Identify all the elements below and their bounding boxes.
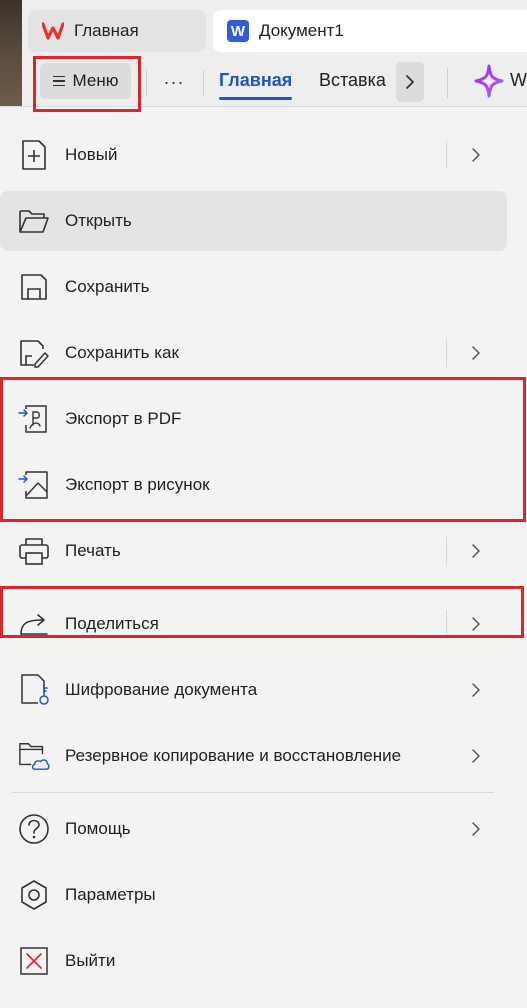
- backup-icon: [18, 740, 50, 772]
- menu-item-save-label: Сохранить: [65, 277, 150, 296]
- submenu-divider: [446, 610, 447, 638]
- export-pdf-icon: [18, 403, 50, 435]
- ribbon-tab-home[interactable]: Главная: [219, 70, 293, 100]
- chevron-right-icon[interactable]: [468, 821, 484, 837]
- chevron-right-icon[interactable]: [468, 147, 484, 163]
- menu-item-print-label: Печать: [65, 541, 121, 560]
- menu-item-save[interactable]: Сохранить: [0, 257, 507, 317]
- chevron-right-icon[interactable]: [468, 345, 484, 361]
- menu-item-encrypt[interactable]: Шифрование документа: [0, 660, 507, 720]
- menu-item-open[interactable]: Открыть: [0, 191, 507, 251]
- folder-open-icon: [18, 205, 50, 237]
- menu-item-save-as[interactable]: Сохранить как: [0, 323, 507, 383]
- menu-item-exit-label: Выйти: [65, 951, 116, 970]
- share-icon: [18, 608, 50, 640]
- menu-button[interactable]: Меню: [40, 63, 131, 99]
- menu-divider: [12, 792, 494, 793]
- menu-item-open-label: Открыть: [65, 211, 132, 230]
- ai-assistant-label[interactable]: W: [510, 70, 527, 91]
- menu-item-new[interactable]: Новый: [0, 125, 507, 185]
- ribbon-scroll-right-button[interactable]: [396, 62, 424, 102]
- hamburger-icon: [52, 73, 65, 90]
- more-options-button[interactable]: ···: [158, 68, 190, 96]
- menu-item-export-image[interactable]: Экспорт в рисунок: [0, 455, 507, 515]
- menu-item-export-pdf-label: Экспорт в PDF: [65, 409, 182, 428]
- new-document-icon: [18, 139, 50, 171]
- settings-icon: [18, 879, 50, 911]
- tab-home[interactable]: Главная: [28, 10, 206, 52]
- printer-icon: [18, 535, 50, 567]
- menu-item-backup[interactable]: Резервное копирование и восстановление: [0, 726, 507, 786]
- menu-item-settings-label: Параметры: [65, 885, 156, 904]
- submenu-divider: [446, 141, 447, 169]
- menu-item-share[interactable]: Поделиться: [0, 594, 507, 654]
- export-image-icon: [18, 469, 50, 501]
- toolbar-divider: [447, 68, 448, 98]
- menu-item-backup-label: Резервное копирование и восстановление: [65, 746, 402, 765]
- menu-item-export-image-label: Экспорт в рисунок: [65, 475, 210, 494]
- menu-button-label: Меню: [72, 71, 119, 90]
- exit-icon: [18, 945, 50, 977]
- toolbar-divider: [146, 70, 147, 96]
- tab-home-label: Главная: [74, 21, 139, 40]
- toolbar-divider: [203, 70, 204, 96]
- submenu-divider: [446, 339, 447, 367]
- tab-document-label: Документ1: [259, 21, 344, 40]
- chevron-right-icon: [404, 74, 416, 90]
- menu-item-exit[interactable]: Выйти: [0, 931, 507, 991]
- menu-item-help-label: Помощь: [65, 819, 131, 838]
- menu-item-export-pdf[interactable]: Экспорт в PDF: [0, 389, 507, 449]
- word-document-icon: W: [227, 20, 249, 42]
- chevron-right-icon[interactable]: [468, 682, 484, 698]
- save-as-icon: [18, 337, 50, 369]
- chevron-right-icon[interactable]: [468, 616, 484, 632]
- save-icon: [18, 271, 50, 303]
- ribbon-tab-insert[interactable]: Вставка: [319, 70, 386, 91]
- ai-sparkle-icon[interactable]: [474, 64, 504, 98]
- menu-item-settings[interactable]: Параметры: [0, 865, 507, 925]
- menu-item-help[interactable]: Помощь: [0, 799, 507, 859]
- title-bar: Главная W Документ1 Меню ··· Главная Вст…: [0, 0, 527, 112]
- encrypt-document-icon: [18, 674, 50, 706]
- help-icon: [18, 813, 50, 845]
- menu-item-print[interactable]: Печать: [0, 521, 507, 581]
- menu-item-encrypt-label: Шифрование документа: [65, 680, 258, 699]
- wps-logo-icon: [42, 22, 64, 40]
- chevron-right-icon[interactable]: [468, 543, 484, 559]
- submenu-divider: [446, 537, 447, 565]
- desktop-background-strip: [0, 0, 22, 106]
- menu-item-new-label: Новый: [65, 145, 118, 164]
- file-menu-panel: Новый Открыть Сохранить Сохранить как Эк…: [0, 106, 527, 1008]
- menu-item-save-as-label: Сохранить как: [65, 343, 179, 362]
- tab-document[interactable]: W Документ1: [213, 10, 527, 52]
- menu-item-share-label: Поделиться: [65, 614, 159, 633]
- chevron-right-icon[interactable]: [468, 748, 484, 764]
